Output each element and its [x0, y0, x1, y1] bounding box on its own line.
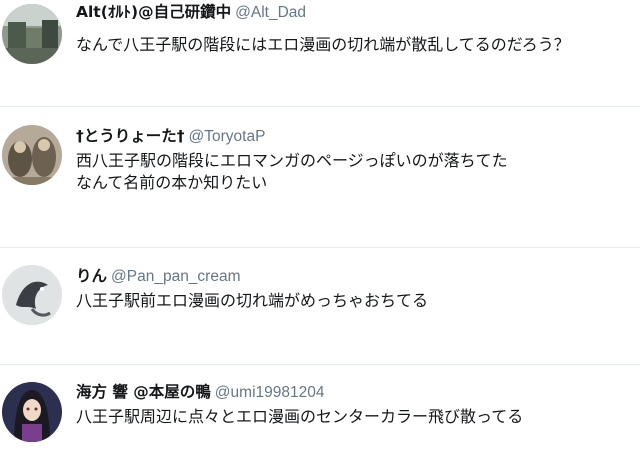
avatar[interactable] — [2, 4, 62, 64]
tweet-text-line: 西八王子駅の階段にエロマンガのページっぽいのが落ちてた — [76, 151, 508, 170]
avatar[interactable] — [2, 382, 62, 442]
tweet-text-line: 八王子駅前エロ漫画の切れ端がめっちゃおちてる — [76, 291, 429, 310]
tweet-text-line: なんで八王子駅の階段にはエロ漫画の切れ端が散乱してるのだろう？ — [76, 35, 570, 54]
tweet-header: 海方 響 @本屋の鴨 @umi19981204 — [76, 382, 324, 403]
tweet-text-line: なんて名前の本か知りたい — [76, 173, 268, 192]
tweet-timeline: Alt(ｵﾙﾄ)@自己研鑽中 @Alt_Dad なんで八王子駅の階段にはエロ漫画の… — [0, 0, 640, 476]
user-handle[interactable]: @ToryotaP — [189, 128, 266, 145]
user-handle[interactable]: @umi19981204 — [215, 384, 325, 401]
tweet-item[interactable]: †とうりょーた† @ToryotaP 西八王子駅の階段にエロマンガのページっぽいの… — [0, 107, 640, 248]
display-name[interactable]: りん — [76, 267, 107, 285]
tweet-header: Alt(ｵﾙﾄ)@自己研鑽中 @Alt_Dad — [76, 2, 306, 23]
tweet-header: りん @Pan_pan_cream — [76, 266, 241, 287]
avatar[interactable] — [2, 125, 62, 185]
tweet-text-line: 八王子駅周辺に点々とエロ漫画のセンターカラー飛び散ってる — [76, 407, 524, 426]
tweet-item[interactable]: Alt(ｵﾙﾄ)@自己研鑽中 @Alt_Dad なんで八王子駅の階段にはエロ漫画の… — [0, 0, 640, 107]
user-handle[interactable]: @Alt_Dad — [235, 4, 306, 21]
display-name[interactable]: Alt(ｵﾙﾄ)@自己研鑽中 — [76, 3, 231, 21]
tweet-item[interactable]: 海方 響 @本屋の鴨 @umi19981204 八王子駅周辺に点々とエロ漫画のセン… — [0, 365, 640, 476]
tweet-text: 八王子駅周辺に点々とエロ漫画のセンターカラー飛び散ってる — [76, 406, 636, 428]
avatar[interactable] — [2, 265, 62, 325]
display-name[interactable]: †とうりょーた† — [76, 127, 185, 145]
display-name[interactable]: 海方 響 @本屋の鴨 — [76, 383, 211, 401]
tweet-text: 西八王子駅の階段にエロマンガのページっぽいのが落ちてた なんて名前の本か知りたい — [76, 150, 636, 194]
tweet-item[interactable]: りん @Pan_pan_cream 八王子駅前エロ漫画の切れ端がめっちゃおちてる — [0, 248, 640, 365]
tweet-text: なんで八王子駅の階段にはエロ漫画の切れ端が散乱してるのだろう？ — [76, 34, 636, 56]
tweet-text: 八王子駅前エロ漫画の切れ端がめっちゃおちてる — [76, 290, 636, 312]
user-handle[interactable]: @Pan_pan_cream — [111, 268, 240, 285]
tweet-header: †とうりょーた† @ToryotaP — [76, 126, 265, 147]
